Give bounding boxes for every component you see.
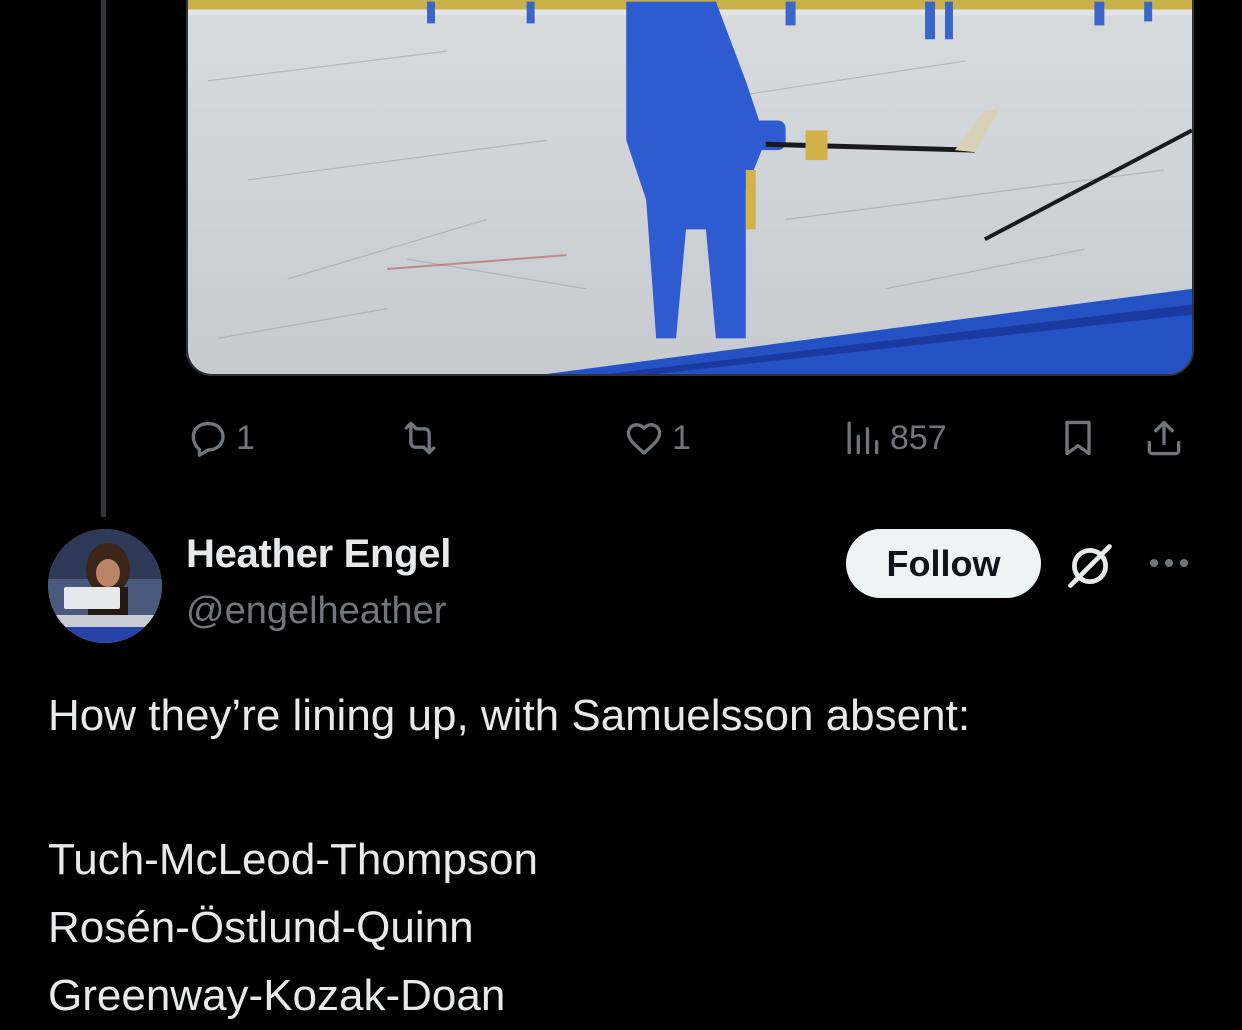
- retweet-icon: [404, 421, 436, 455]
- user-avatar-photo-icon: [48, 529, 162, 643]
- views-bar-chart-icon: [847, 421, 879, 455]
- follow-button[interactable]: Follow: [846, 529, 1041, 598]
- hockey-practice-photo-icon: [188, 0, 1192, 374]
- heart-icon: [626, 423, 662, 455]
- tweet-actions-bar: 1 1 857: [186, 412, 1196, 464]
- bookmark-button[interactable]: [1056, 412, 1100, 464]
- reply-bubble-icon: [191, 422, 225, 457]
- avatar[interactable]: [48, 529, 162, 643]
- grok-icon[interactable]: [1064, 540, 1116, 592]
- line-combination: Rosén-Östlund-Quinn: [48, 903, 474, 952]
- line-combination: Tuch-McLeod-Thompson: [48, 835, 538, 884]
- line-combination: Greenway-Kozak-Doan: [48, 971, 506, 1020]
- views-count: 857: [890, 419, 947, 457]
- tweet-text-intro: How they’re lining up, with Samuelsson a…: [48, 691, 971, 740]
- tweet-body: How they’re lining up, with Samuelsson a…: [48, 688, 1198, 1030]
- tweet-media-photo[interactable]: [186, 0, 1194, 376]
- share-upload-icon: [1147, 420, 1181, 456]
- thread-connector-line: [101, 0, 106, 517]
- author-display-name[interactable]: Heather Engel: [186, 532, 451, 577]
- share-button[interactable]: [1142, 412, 1186, 464]
- reply-button[interactable]: 1: [186, 412, 255, 464]
- author-handle[interactable]: @engelheather: [186, 590, 446, 633]
- views-button[interactable]: 857: [840, 412, 947, 464]
- like-count: 1: [672, 419, 691, 457]
- more-dots-icon[interactable]: [1146, 548, 1192, 578]
- reply-count: 1: [236, 419, 255, 457]
- like-button[interactable]: 1: [622, 412, 691, 464]
- retweet-button[interactable]: [398, 412, 448, 464]
- bookmark-icon: [1065, 420, 1091, 456]
